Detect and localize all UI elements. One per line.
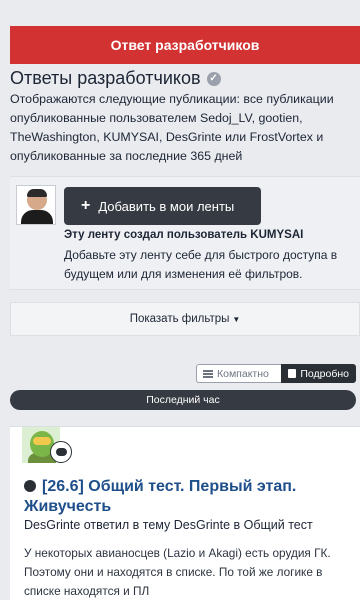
post-excerpt: У некоторых авианосцев (Lazio и Akagi) е… [24,546,331,598]
page-title-text: Ответы разработчиков [10,68,201,88]
view-mode-toggle: Компактно Подробно [196,364,356,383]
add-to-feeds-label: Добавить в мои ленты [98,198,235,214]
top-bar [0,0,360,26]
creator-avatar[interactable] [16,185,56,225]
page-title: Ответы разработчиков ✓ [10,68,221,89]
plus-icon: + [81,197,91,214]
unread-dot-icon [24,480,36,492]
detailed-label: Подробно [300,367,349,380]
feed-hint-text: Добавьте эту ленту себе для быстрого дос… [64,248,338,281]
reply-bubble-icon [50,441,72,463]
post-title-text: [26.6] Общий тест. Первый этап. Живучест… [24,478,297,515]
show-filters-button[interactable]: Показать фильтры ▼ [10,302,360,336]
post-item: [26.6] Общий тест. Первый этап. Живучест… [10,426,360,600]
post-meta: DesGrinte ответил в тему DesGrinte в Общ… [24,518,313,532]
post-title-link[interactable]: [26.6] Общий тест. Первый этап. Живучест… [24,477,344,517]
caret-down-icon: ▼ [232,314,241,324]
developer-answers-banner[interactable]: Ответ разработчиков [10,26,360,64]
compact-label: Компактно [217,367,269,380]
add-to-feeds-button[interactable]: + Добавить в мои ленты [64,187,261,225]
time-period-header: Последний час [10,390,356,410]
feed-creator-text: Эту ленту создал пользователь KUMYSAI [64,229,304,241]
verified-check-icon: ✓ [206,71,221,86]
list-icon [203,369,213,378]
detailed-view-button[interactable]: Подробно [281,364,356,383]
square-icon [288,369,297,378]
time-period-label: Последний час [146,394,220,406]
page-description: Отображаются следующие публикации: все п… [10,92,334,163]
banner-label: Ответ разработчиков [110,37,260,53]
show-filters-label: Показать фильтры [129,313,230,325]
compact-view-button[interactable]: Компактно [196,364,281,383]
feed-card: + Добавить в мои ленты Эту ленту создал … [10,176,360,290]
